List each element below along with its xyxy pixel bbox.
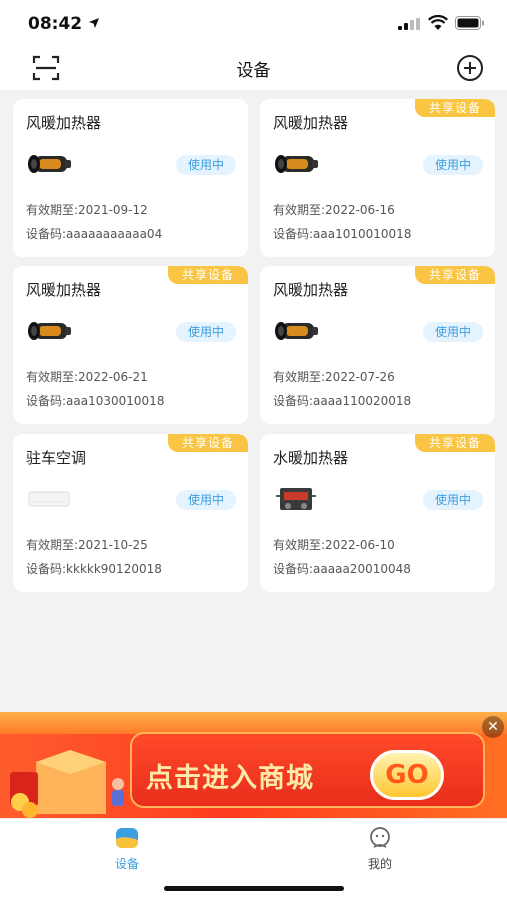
close-banner-button[interactable]: ✕ bbox=[482, 716, 504, 738]
device-name: 水暖加热器 bbox=[273, 449, 349, 467]
status-badge: 使用中 bbox=[423, 155, 483, 175]
add-device-icon[interactable] bbox=[456, 54, 484, 82]
page-title: 设备 bbox=[236, 61, 271, 81]
wifi-icon bbox=[428, 15, 448, 30]
status-bar: 08:42 bbox=[0, 0, 507, 46]
expire-date: 有效期至:2021-09-12 bbox=[26, 203, 148, 217]
device-code: 设备码:aaaa110020018 bbox=[273, 394, 412, 408]
air-heater-image bbox=[275, 155, 318, 173]
device-name: 风暖加热器 bbox=[273, 114, 349, 132]
devices-tab-icon bbox=[116, 828, 138, 848]
expire-date: 有效期至:2022-06-21 bbox=[26, 370, 148, 384]
air-heater-image bbox=[28, 322, 71, 340]
device-name: 驻车空调 bbox=[26, 449, 87, 467]
battery-icon bbox=[455, 16, 484, 30]
tab-mine[interactable]: 我的 bbox=[340, 825, 420, 875]
water-heater-image bbox=[276, 488, 316, 510]
device-card[interactable]: 共享设备 风暖加热器 使用中 有效期至:2022-06-21 设备码:aaa10… bbox=[13, 266, 248, 424]
status-badge: 使用中 bbox=[423, 490, 483, 510]
air-heater-image bbox=[28, 155, 71, 173]
device-code: 设备码:aaa1010010018 bbox=[273, 227, 412, 241]
shared-device-badge: 共享设备 bbox=[415, 266, 495, 284]
device-card[interactable]: 共享设备 驻车空调 使用中 有效期至:2021-10-25 设备码:kkkkk9… bbox=[13, 434, 248, 592]
banner-decoration bbox=[0, 712, 507, 734]
status-badge: 使用中 bbox=[176, 155, 236, 175]
device-code: 设备码:kkkkk90120018 bbox=[26, 562, 162, 576]
device-card[interactable]: 风暖加热器 使用中 有效期至:2021-09-12 设备码:aaaaaaaaaa… bbox=[13, 99, 248, 257]
device-name: 风暖加热器 bbox=[273, 281, 349, 299]
tab-devices[interactable]: 设备 bbox=[87, 825, 167, 875]
expire-date: 有效期至:2022-07-26 bbox=[273, 370, 395, 384]
device-name: 风暖加热器 bbox=[26, 114, 102, 132]
nav-header: 设备 bbox=[0, 46, 507, 90]
go-button[interactable]: GO bbox=[370, 750, 444, 800]
home-indicator bbox=[164, 886, 344, 891]
device-card[interactable]: 共享设备 风暖加热器 使用中 有效期至:2022-06-16 设备码:aaa10… bbox=[260, 99, 495, 257]
expire-date: 有效期至:2021-10-25 bbox=[26, 538, 148, 552]
device-card[interactable]: 共享设备 风暖加热器 使用中 有效期至:2022-07-26 设备码:aaaa1… bbox=[260, 266, 495, 424]
air-conditioner-image bbox=[28, 491, 70, 507]
status-badge: 使用中 bbox=[176, 490, 236, 510]
device-code: 设备码:aaaaa20010048 bbox=[273, 562, 411, 576]
air-heater-image bbox=[275, 322, 318, 340]
banner-text: 点击进入商城 bbox=[146, 763, 314, 794]
mall-promo-banner[interactable]: 点击进入商城 GO bbox=[0, 712, 507, 818]
profile-tab-icon bbox=[370, 827, 390, 848]
tab-label: 我的 bbox=[367, 857, 392, 871]
shared-device-badge: 共享设备 bbox=[168, 266, 248, 284]
status-time: 08:42 bbox=[28, 14, 83, 34]
shared-device-badge: 共享设备 bbox=[415, 434, 495, 452]
cellular-signal-icon bbox=[398, 18, 420, 30]
status-badge: 使用中 bbox=[176, 322, 236, 342]
shared-device-badge: 共享设备 bbox=[168, 434, 248, 452]
device-card[interactable]: 共享设备 水暖加热器 使用中 有效期至:2022-06-10 设备码:aaaaa… bbox=[260, 434, 495, 592]
shared-device-badge: 共享设备 bbox=[415, 99, 495, 117]
status-badge: 使用中 bbox=[423, 322, 483, 342]
gift-box-illustration bbox=[10, 750, 124, 818]
device-name: 风暖加热器 bbox=[26, 281, 102, 299]
device-code: 设备码:aaa1030010018 bbox=[26, 394, 165, 408]
tab-label: 设备 bbox=[114, 857, 139, 871]
location-arrow-icon bbox=[89, 18, 99, 28]
device-code: 设备码:aaaaaaaaaaa04 bbox=[26, 227, 163, 241]
expire-date: 有效期至:2022-06-16 bbox=[273, 203, 395, 217]
expire-date: 有效期至:2022-06-10 bbox=[273, 538, 395, 552]
